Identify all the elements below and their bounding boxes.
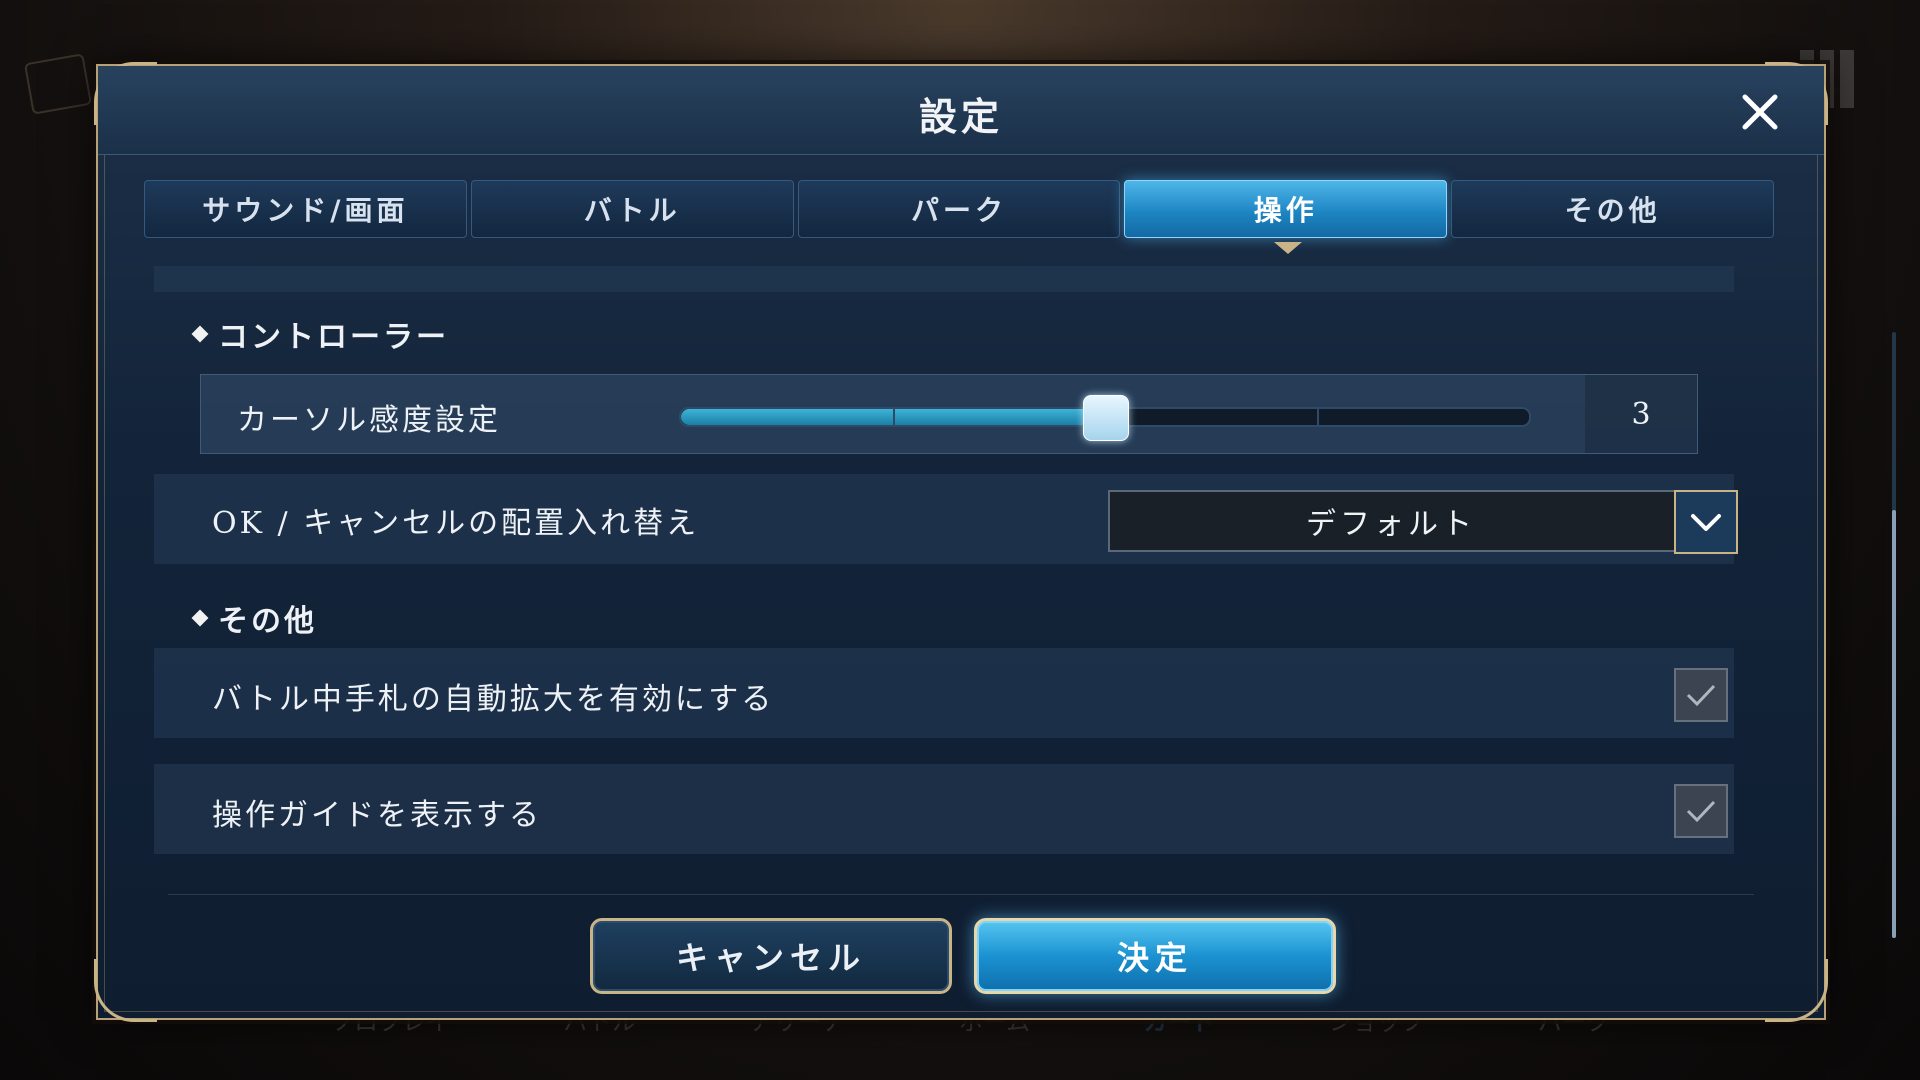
scrollbar[interactable] (1892, 332, 1896, 938)
frame-corner (1765, 959, 1828, 1022)
auto-enlarge-checkbox[interactable] (1674, 668, 1728, 722)
show-guide-row: 操作ガイドを表示する (154, 764, 1734, 854)
diamond-bullet-icon (191, 325, 209, 343)
tab-sound-display[interactable]: サウンド/画面 (144, 180, 467, 238)
ok-cancel-swap-label: OK / キャンセルの配置入れ替え (212, 506, 700, 541)
section-header-controller: コントローラー (191, 312, 449, 356)
section-header-other: その他 (191, 596, 317, 640)
show-guide-label: 操作ガイドを表示する (212, 798, 542, 833)
cards-icon (23, 53, 93, 115)
scrollbar-thumb[interactable] (1892, 510, 1896, 938)
chevron-down-icon (1691, 514, 1721, 531)
checkmark-icon (1686, 800, 1716, 823)
slider-thumb[interactable] (1083, 395, 1129, 441)
ok-cancel-swap-row: OK / キャンセルの配置入れ替え デフォルト (154, 474, 1738, 564)
cancel-button[interactable]: キャンセル (590, 918, 952, 994)
active-tab-pointer-icon (1274, 242, 1302, 254)
cursor-sensitivity-slider[interactable] (679, 395, 1531, 441)
select-value: デフォルト (1306, 507, 1476, 542)
tab-perk[interactable]: パーク (797, 180, 1121, 238)
modal-title: 設定 (918, 94, 1003, 139)
settings-content: コントローラー カーソル感度設定 3 OK / キャンセルの配置入れ替え デフォ… (144, 266, 1738, 926)
close-button[interactable] (1732, 84, 1788, 140)
diamond-bullet-icon (191, 609, 209, 627)
divider (154, 266, 1734, 292)
auto-enlarge-label: バトル中手札の自動拡大を有効にする (212, 682, 775, 717)
tab-bar: サウンド/画面 バトル パーク 操作 その他 (144, 180, 1774, 238)
divider (168, 894, 1754, 895)
cursor-sensitivity-value: 3 (1585, 375, 1697, 453)
slider-tick (1317, 407, 1319, 427)
cursor-sensitivity-row: カーソル感度設定 3 (200, 374, 1698, 454)
show-guide-checkbox[interactable] (1674, 784, 1728, 838)
auto-enlarge-row: バトル中手札の自動拡大を有効にする (154, 648, 1734, 738)
cursor-sensitivity-label: カーソル感度設定 (237, 403, 501, 438)
settings-modal: 設定 サウンド/画面 バトル パーク 操作 その他 コントローラー カーソル感度… (94, 62, 1896, 1022)
slider-tick (893, 407, 895, 427)
tab-other[interactable]: その他 (1451, 180, 1774, 238)
section-title: コントローラー (218, 320, 449, 355)
frame-corner (94, 959, 157, 1022)
ok-cancel-swap-select[interactable]: デフォルト (1108, 490, 1738, 554)
dropdown-button[interactable] (1674, 490, 1738, 554)
close-icon (1742, 94, 1778, 130)
section-title: その他 (218, 604, 317, 639)
modal-header: 設定 (98, 66, 1824, 155)
checkmark-icon (1686, 684, 1716, 707)
tab-controls[interactable]: 操作 (1124, 180, 1448, 238)
confirm-button[interactable]: 決定 (974, 918, 1336, 994)
tab-battle[interactable]: バトル (470, 180, 794, 238)
